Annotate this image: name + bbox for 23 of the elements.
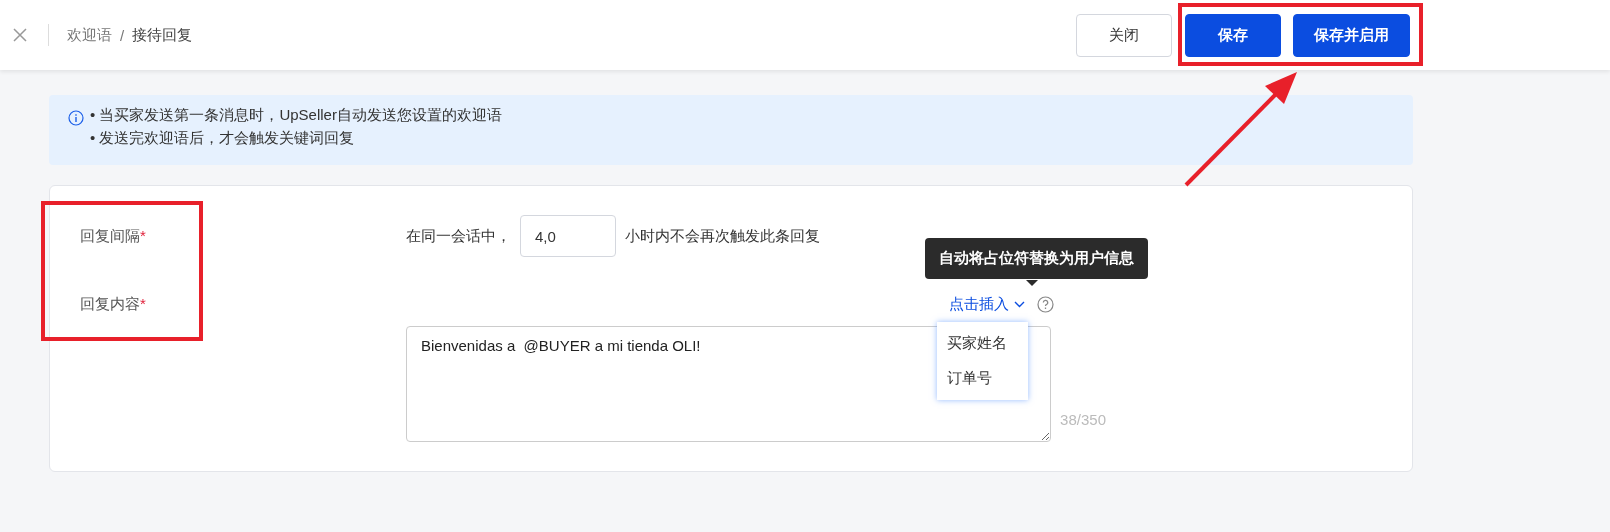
header-button[interactable]: 保存并启用 [1293,13,1410,57]
info-icon [68,110,84,126]
notice-text: • 发送完欢迎语后，才会触发关键词回复 [90,129,356,148]
tooltip: 自动将占位符替换为用户信息 [925,238,1148,279]
header-button[interactable]: 关闭 [1076,13,1172,57]
interval-field[interactable]: 4,0 [520,215,616,257]
chevron-down-icon [1014,300,1025,308]
menu-item[interactable]: 订单号 [937,361,1028,396]
breadcrumb-separator: / [120,26,125,44]
field-label: 回复间隔* [80,226,146,246]
insert-dropdown[interactable]: 点击插入 [949,294,1025,314]
close-icon[interactable] [13,28,27,42]
header-button[interactable]: 保存 [1185,13,1281,57]
menu-item[interactable]: 买家姓名 [937,326,1028,361]
help-icon[interactable] [1037,295,1054,313]
breadcrumb-item[interactable]: 欢迎语 [67,25,112,45]
tooltip-arrow [1026,280,1038,286]
notice-text: • 当买家发送第一条消息时，UpSeller自动发送您设置的欢迎语 [90,106,502,125]
char-counter: 38/350 [1060,411,1106,428]
field-label: 回复内容* [80,294,146,314]
breadcrumb-item[interactable]: 接待回复 [132,25,193,45]
interval-suffix: 小时内不会再次触发此条回复 [625,226,820,246]
interval-prefix: 在同一会话中， [406,226,511,246]
